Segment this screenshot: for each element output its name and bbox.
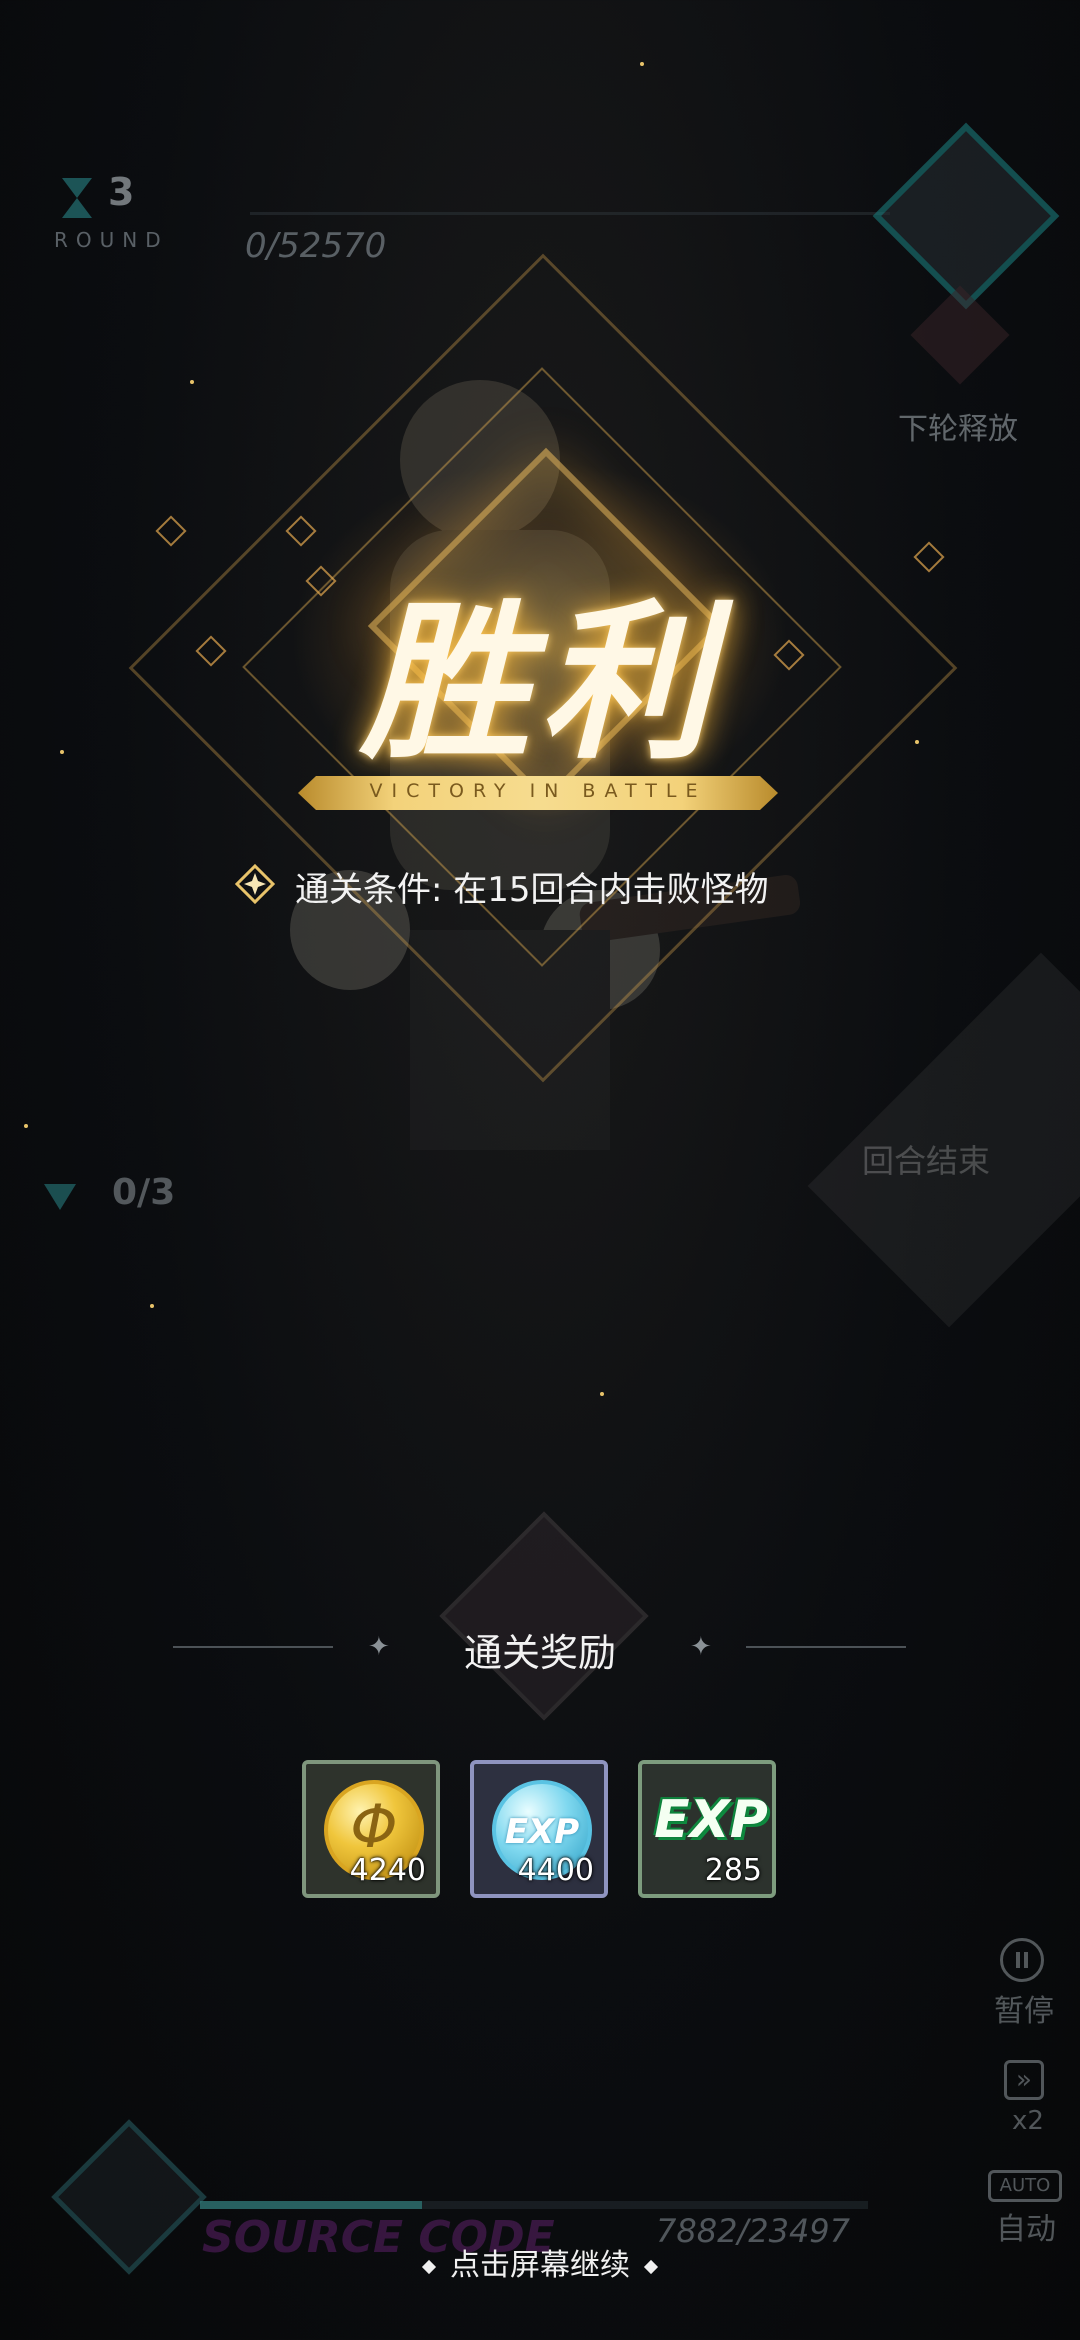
auto-icon[interactable]: AUTO — [988, 2170, 1062, 2202]
diamond-bullet-icon — [421, 2259, 437, 2274]
energy-bar-fill — [200, 2201, 422, 2209]
character-portrait — [439, 1511, 649, 1721]
sparkle-particle — [190, 380, 194, 384]
reward-count: 285 — [704, 1853, 762, 1888]
sparkle-particle — [24, 1124, 28, 1128]
boss-portrait — [872, 122, 1060, 310]
hourglass-icon — [62, 178, 92, 218]
round-number: 3 — [108, 170, 135, 214]
exp-book-icon: EXP — [654, 1790, 768, 1850]
victory-subtitle: VICTORY IN BATTLE — [369, 780, 707, 802]
clear-condition: 通关条件: 在15回合内击败怪物 — [235, 862, 795, 910]
diamond-star-icon — [235, 864, 275, 904]
sparkle-icon: ✦ — [690, 1632, 712, 1662]
skill-disabled-icon — [910, 285, 1010, 385]
divider-right — [746, 1646, 906, 1648]
diamond-bullet-icon — [643, 2259, 659, 2274]
rewards-title: 通关奖励 — [463, 1631, 616, 1675]
fast-forward-icon[interactable]: » — [1004, 2060, 1044, 2100]
boss-hp-bar — [250, 212, 890, 215]
diamond-sparkle — [155, 515, 187, 547]
sparkle-particle — [600, 1392, 604, 1396]
tap-to-continue[interactable]: 点击屏幕继续 — [0, 2240, 1080, 2284]
enemy-kill-icon — [44, 1184, 76, 1210]
speed-button[interactable]: x2 — [1012, 2106, 1044, 2136]
clear-condition-text: 通关条件: 在15回合内击败怪物 — [295, 870, 769, 910]
reward-count: 4400 — [517, 1853, 594, 1888]
victory-title: 胜利 — [359, 585, 720, 783]
sparkle-icon: ✦ — [368, 1632, 390, 1662]
kill-counter: 0/3 — [112, 1172, 176, 1213]
reward-item-gold[interactable]: Φ 4240 — [302, 1760, 440, 1898]
pause-button[interactable]: 暂停 — [994, 1986, 1054, 2030]
reward-item-exp-coin[interactable]: EXP 4400 — [470, 1760, 608, 1898]
round-counter: 3 ROUND — [50, 170, 170, 260]
reward-count: 4240 — [349, 1853, 426, 1888]
pause-icon[interactable] — [1000, 1938, 1044, 1982]
diamond-sparkle — [913, 541, 945, 573]
boss-hp-text: 0/52570 — [245, 226, 387, 266]
sparkle-particle — [60, 750, 64, 754]
round-label: ROUND — [54, 228, 169, 252]
next-release-label: 下轮释放 — [898, 412, 1018, 447]
reward-item-exp[interactable]: EXP 285 — [638, 1760, 776, 1898]
tap-to-continue-label[interactable]: 点击屏幕继续 — [450, 2248, 630, 2283]
sparkle-particle — [150, 1304, 154, 1308]
gold-coin-glyph: Φ — [350, 1792, 398, 1862]
sparkle-particle — [915, 740, 919, 744]
exp-coin-glyph: EXP — [504, 1812, 580, 1852]
end-turn-button[interactable]: 回合结束 — [862, 1136, 990, 1182]
sparkle-particle — [640, 62, 644, 66]
divider-left — [173, 1646, 333, 1648]
